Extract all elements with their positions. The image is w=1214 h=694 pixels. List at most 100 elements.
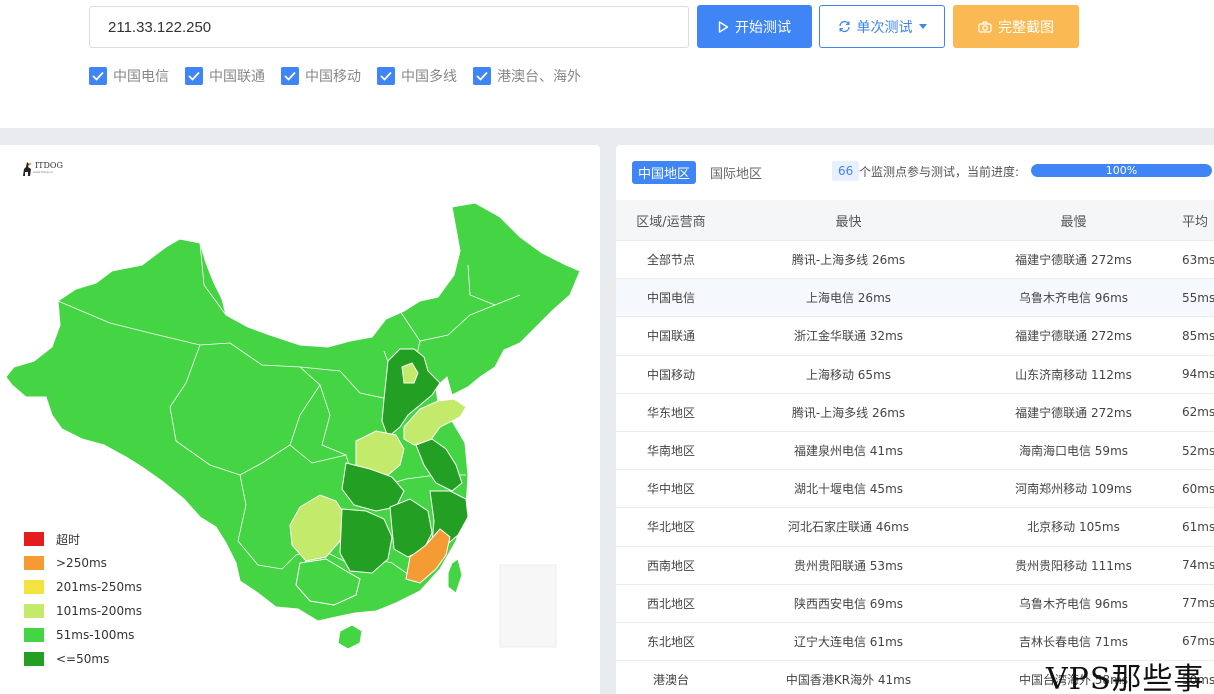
checkbox-checked-icon[interactable] xyxy=(185,67,203,85)
latency-map-panel: ITDOG www.itdog.cn 超时 >250ms 201ms-250ms… xyxy=(0,145,600,694)
table-cell: 华中地区 xyxy=(646,482,695,497)
table-cell: 63ms xyxy=(1182,252,1214,267)
table-row[interactable]: 华东地区 腾讯-上海多线 26ms 福建宁德联通 272ms 62ms xyxy=(616,394,1214,432)
table-cell: 61ms xyxy=(1182,519,1214,534)
refresh-icon xyxy=(838,20,850,33)
checkbox-checked-icon[interactable] xyxy=(89,67,107,85)
table-row[interactable]: 华南地区 福建泉州电信 41ms 海南海口电信 59ms 52ms xyxy=(616,432,1214,471)
table-cell: 贵州贵阳联通 53ms xyxy=(793,558,904,573)
start-test-button[interactable]: 开始测试 xyxy=(697,5,812,48)
filter-mobile[interactable]: 中国移动 xyxy=(281,66,361,86)
table-cell: 港澳台 xyxy=(652,673,689,688)
start-test-label: 开始测试 xyxy=(735,19,791,36)
table-cell: 贵州贵阳移动 111ms xyxy=(1015,558,1132,573)
table-row[interactable]: 华北地区 河北石家庄联通 46ms 北京移动 105ms 61ms xyxy=(616,508,1214,547)
single-test-label: 单次测试 xyxy=(856,19,913,36)
table-cell: 中国香港KR海外 41ms xyxy=(785,673,912,688)
table-cell: 福建宁德联通 272ms xyxy=(1015,253,1132,268)
table-cell: 西北地区 xyxy=(646,596,695,611)
table-cell: 60ms xyxy=(1182,481,1214,496)
table-cell: 67ms xyxy=(1182,634,1214,649)
filter-label: 中国移动 xyxy=(305,69,361,85)
progress-status-text: 个监测点参与测试，当前进度: xyxy=(859,165,1020,179)
table-cell: 福建宁德联通 272ms xyxy=(1015,405,1132,420)
filter-unicom[interactable]: 中国联通 xyxy=(185,66,265,86)
node-count-badge: 66 xyxy=(832,161,860,181)
screenshot-label: 完整截图 xyxy=(998,19,1054,36)
table-cell: 河南郑州移动 109ms xyxy=(1015,482,1132,497)
dog-logo-icon xyxy=(23,162,32,176)
table-cell: 62ms xyxy=(1182,405,1214,420)
table-cell: 辽宁大连电信 61ms xyxy=(793,634,904,649)
watermark-text: VPS那些事 xyxy=(1046,662,1205,694)
checkbox-checked-icon[interactable] xyxy=(473,67,491,85)
table-cell: 腾讯-上海多线 26ms xyxy=(791,405,906,420)
table-cell: 陕西西安电信 69ms xyxy=(793,596,904,611)
legend-swatch xyxy=(24,652,44,666)
legend-swatch xyxy=(24,532,44,546)
filter-overseas[interactable]: 港澳台、海外 xyxy=(473,66,581,86)
table-cell: 乌鲁木齐电信 96ms xyxy=(1018,291,1129,306)
legend-item-over-250[interactable]: >250ms xyxy=(24,551,142,575)
table-cell: 中国联通 xyxy=(646,329,695,344)
filter-telecom[interactable]: 中国电信 xyxy=(89,66,169,86)
legend-label: 201ms-250ms xyxy=(56,580,143,594)
legend-label: <=50ms xyxy=(56,652,110,666)
checkbox-checked-icon[interactable] xyxy=(377,67,395,85)
table-cell: 吉林长春电信 71ms xyxy=(1018,634,1129,649)
legend-label: 51ms-100ms xyxy=(56,628,135,642)
legend-swatch xyxy=(24,580,44,594)
filter-label: 中国多线 xyxy=(401,69,457,85)
table-row[interactable]: 中国联通 浙江金华联通 32ms 福建宁德联通 272ms 85ms xyxy=(616,317,1214,356)
filter-label: 港澳台、海外 xyxy=(497,69,581,85)
table-row[interactable]: 中国移动 上海移动 65ms 山东济南移动 112ms 94ms xyxy=(616,356,1214,394)
checkbox-checked-icon[interactable] xyxy=(281,67,299,85)
table-header: 区域/运营商 最快 最慢 平均 xyxy=(616,200,1214,241)
table-row[interactable]: 华中地区 湖北十堰电信 45ms 河南郑州移动 109ms 60ms xyxy=(616,470,1214,509)
legend-item-201-250[interactable]: 201ms-250ms xyxy=(24,575,142,599)
results-table: 区域/运营商 最快 最慢 平均 全部节点 腾讯-上海多线 26ms 福建宁德联通 2… xyxy=(616,200,1214,694)
caret-down-icon xyxy=(918,24,927,29)
table-row[interactable]: 中国电信 上海电信 26ms 乌鲁木齐电信 96ms 55ms xyxy=(616,279,1214,318)
map-region-hainan[interactable] xyxy=(337,624,363,650)
tab-china-region[interactable]: 中国地区 xyxy=(632,161,697,184)
progress-bar: 100% xyxy=(1031,164,1212,177)
single-test-button[interactable]: 单次测试 xyxy=(819,5,945,48)
legend-item-under-50[interactable]: <=50ms xyxy=(24,647,142,671)
progress-bar-fill: 100% xyxy=(1031,164,1212,177)
table-cell: 55ms xyxy=(1182,290,1214,305)
table-cell: 74ms xyxy=(1182,558,1214,573)
table-cell: 中国移动 xyxy=(646,367,695,382)
legend-swatch xyxy=(24,604,44,618)
legend-swatch xyxy=(24,628,44,642)
table-cell: 东北地区 xyxy=(646,634,695,649)
ip-input[interactable] xyxy=(89,6,689,48)
table-cell: 华北地区 xyxy=(646,520,695,535)
screenshot-button[interactable]: 完整截图 xyxy=(953,5,1079,48)
table-cell: 94ms xyxy=(1182,367,1214,382)
logo-text: ITDOG xyxy=(35,161,63,170)
column-header: 区域/运营商 xyxy=(636,214,706,230)
table-cell: 山东济南移动 112ms xyxy=(1015,367,1132,382)
table-cell: 上海电信 26ms xyxy=(805,291,892,306)
table-cell: 湖北十堰电信 45ms xyxy=(793,482,904,497)
table-cell: 52ms xyxy=(1182,443,1214,458)
filter-multiline[interactable]: 中国多线 xyxy=(377,66,457,86)
legend-item-timeout[interactable]: 超时 xyxy=(24,527,142,551)
table-cell: 福建泉州电信 41ms xyxy=(793,444,904,459)
map-region-taiwan[interactable] xyxy=(447,558,463,594)
top-bar: 开始测试 单次测试 完整截图 中国电信 中国联通 中国移动 中国多线 港澳台、海… xyxy=(0,0,1214,128)
camera-icon xyxy=(978,20,992,33)
table-row[interactable]: 西南地区 贵州贵阳联通 53ms 贵州贵阳移动 111ms 74ms xyxy=(616,547,1214,585)
legend-item-51-100[interactable]: 51ms-100ms xyxy=(24,623,142,647)
column-header: 最快 xyxy=(835,214,862,230)
table-row[interactable]: 全部节点 腾讯-上海多线 26ms 福建宁德联通 272ms 63ms xyxy=(616,241,1214,280)
table-cell: 河北石家庄联通 46ms xyxy=(787,520,910,535)
tab-international-region[interactable]: 国际地区 xyxy=(704,161,768,184)
latency-legend: 超时 >250ms 201ms-250ms 101ms-200ms 51ms-1… xyxy=(24,527,142,671)
legend-label: 101ms-200ms xyxy=(56,604,143,618)
table-cell: 福建宁德联通 272ms xyxy=(1015,329,1132,344)
legend-item-101-200[interactable]: 101ms-200ms xyxy=(24,599,142,623)
table-row[interactable]: 西北地区 陕西西安电信 69ms 乌鲁木齐电信 96ms 77ms xyxy=(616,585,1214,623)
legend-label: 超时 xyxy=(56,532,81,547)
